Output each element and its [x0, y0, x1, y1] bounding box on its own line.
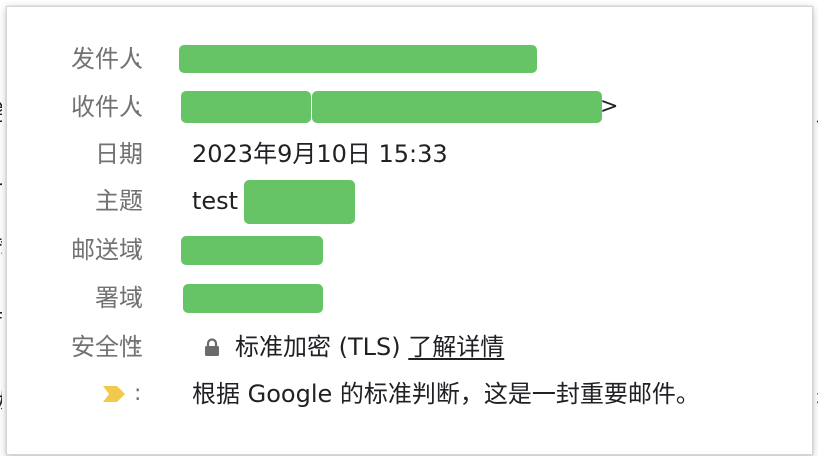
security-label: 安全性 [71, 333, 143, 361]
colon: : [134, 46, 142, 71]
colon: : [134, 334, 142, 359]
security-encryption-text: 标准加密 (TLS) [235, 333, 401, 361]
date-value: 2023年9月10日 15:33 [192, 140, 448, 168]
redacted-to-name [181, 91, 311, 123]
message-details-popup: 发件人 : 收件人 : > 日期 : 2023年9月10日 15:33 主题 :… [6, 6, 813, 455]
redacted-from-address [179, 45, 537, 73]
mailed-by-row: 邮送域 : [7, 230, 807, 270]
background-text-fragment: 益 [0, 96, 2, 128]
colon: : [134, 188, 142, 213]
background-text-fragment: u [0, 166, 2, 191]
background-text-fragment: 捡 [0, 228, 2, 260]
from-label: 发件人 [71, 45, 143, 73]
background-text-fragment: f [0, 310, 2, 335]
learn-more-link[interactable]: 了解详情 [408, 333, 504, 361]
redacted-subject-part [244, 180, 355, 224]
security-row: 安全性 : 标准加密 (TLS) 了解详情 [7, 327, 807, 367]
importance-text: 根据 Google 的标准判断，这是一封重要邮件。 [192, 380, 700, 408]
security-value: 标准加密 (TLS) 了解详情 [235, 327, 504, 367]
to-address-close-bracket: > [600, 94, 619, 119]
redacted-to-address [312, 91, 602, 123]
importance-row: : 根据 Google 的标准判断，这是一封重要邮件。 [7, 374, 807, 414]
to-label: 收件人 [71, 93, 143, 121]
subject-value: test [192, 187, 239, 215]
background-text-fragment: 龙 [0, 384, 2, 416]
mailed-by-label: 邮送域 [71, 236, 143, 264]
to-row: 收件人 : > [7, 87, 807, 127]
redacted-mailed-by-domain [181, 236, 323, 265]
colon: : [134, 381, 142, 406]
date-row: 日期 : 2023年9月10日 15:33 [7, 134, 807, 174]
colon: : [134, 285, 142, 310]
colon: : [134, 237, 142, 262]
subject-row: 主题 : test [7, 180, 807, 224]
lock-icon [205, 338, 219, 356]
importance-marker-icon [103, 386, 125, 402]
colon: : [134, 141, 142, 166]
signed-by-row: 署域 : [7, 278, 807, 318]
colon: : [134, 94, 142, 119]
from-row: 发件人 : [7, 39, 807, 79]
redacted-signed-by-domain [183, 284, 323, 313]
